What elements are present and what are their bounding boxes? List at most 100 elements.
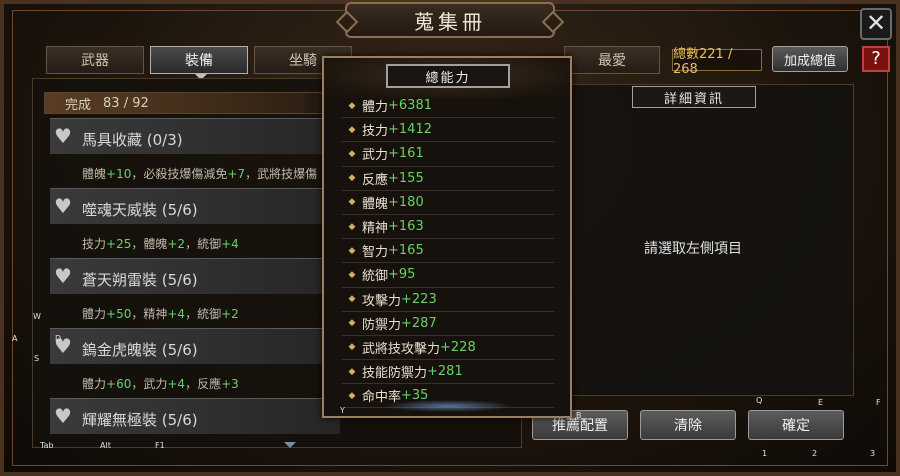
- set-bonus-stat: ，精神: [131, 307, 168, 321]
- tab-weapon[interactable]: 武器: [46, 46, 144, 74]
- heart-icon[interactable]: ♥: [54, 406, 74, 426]
- stat-name: 攻擊力: [362, 293, 402, 309]
- stat-row: ◆ 精神 +163: [342, 215, 554, 240]
- stat-name: 技力: [362, 124, 389, 140]
- set-bonus-value: +60: [106, 377, 132, 391]
- set-name: 輝耀無極裝 (5/6): [82, 411, 198, 429]
- stat-value: +163: [388, 219, 424, 235]
- stat-row: ◆ 體力 +6381: [342, 94, 554, 119]
- tab-equipment[interactable]: 裝備: [150, 46, 248, 80]
- stat-list: ◆ 體力 +6381 ◆ 技力 +1412 ◆ 武力 +161 ◆ 反應 +155 ◆ 體魄 +180 ◆ 精神…: [342, 94, 554, 409]
- set-bonus-value: +10: [106, 167, 132, 181]
- hotkey-label: W: [33, 312, 41, 321]
- stat-name: 反應: [362, 172, 389, 188]
- set-header: ♥ 鎢金虎魄裝 (5/6): [50, 328, 340, 364]
- stat-name: 體魄: [362, 196, 389, 212]
- set-bonus-value: +7: [227, 167, 246, 181]
- set-bonus-stat: ，統御: [185, 237, 222, 251]
- stat-row: ◆ 智力 +165: [342, 239, 554, 264]
- set-item[interactable]: ♥ 噬魂天威裝 (5/6) 技力+25，體魄+2，統御+4: [50, 188, 340, 258]
- set-bonus-text: 體力+50，精神+4，統御+2: [82, 305, 340, 322]
- confirm-button[interactable]: 確定: [748, 410, 844, 440]
- stat-value: +228: [440, 339, 476, 355]
- popup-scroll-glow: [384, 400, 514, 412]
- set-bonus-stat: 技力: [82, 237, 107, 251]
- stat-row: ◆ 體魄 +180: [342, 191, 554, 215]
- diamond-icon: ◆: [348, 197, 356, 208]
- stat-name: 武將技攻擊力: [362, 341, 441, 357]
- diamond-icon: ◆: [348, 294, 356, 305]
- set-bonus-value: +4: [221, 237, 239, 251]
- set-name: 鎢金虎魄裝 (5/6): [82, 341, 198, 359]
- set-bonus-stat: ，武力: [131, 377, 168, 391]
- set-bonus-stat: 體魄: [82, 167, 107, 181]
- stat-row: ◆ 技能防禦力 +281: [342, 360, 554, 385]
- stat-row: ◆ 武將技攻擊力 +228: [342, 336, 554, 361]
- diamond-icon: ◆: [348, 366, 356, 377]
- stat-value: +161: [388, 146, 424, 162]
- tab-favorite[interactable]: 最愛: [564, 46, 660, 74]
- hotkey-label: 3: [870, 449, 876, 458]
- heart-icon[interactable]: ♥: [54, 266, 74, 286]
- stat-value: +180: [388, 194, 424, 210]
- popup-title: 總能力: [386, 64, 510, 88]
- set-bonus-stat: ，體魄: [131, 237, 168, 251]
- set-bonus-text: 體力+60，武力+4，反應+3: [82, 375, 340, 392]
- close-button[interactable]: ✕: [860, 8, 892, 40]
- stat-row: ◆ 防禦力 +287: [342, 312, 554, 336]
- hotkey-label: A: [12, 334, 18, 343]
- stat-value: +155: [388, 170, 424, 186]
- set-header: ♥ 蒼天朔雷裝 (5/6): [50, 258, 340, 294]
- set-name: 噬魂天威裝 (5/6): [82, 201, 198, 219]
- stat-row: ◆ 統御 +95: [342, 263, 554, 288]
- set-bonus-stat: 體力: [82, 307, 107, 321]
- stat-value: +165: [388, 243, 424, 259]
- heart-icon[interactable]: ♥: [54, 126, 74, 146]
- set-bonus-stat: ，武將技爆傷: [245, 167, 318, 181]
- set-name: 馬具收藏 (0/3): [82, 131, 183, 149]
- set-header: ♥ 噬魂天威裝 (5/6): [50, 188, 340, 224]
- hotkey-label: F: [876, 398, 881, 407]
- hotkey-label: E: [818, 398, 824, 407]
- set-item[interactable]: ♥ 鎢金虎魄裝 (5/6) 體力+60，武力+4，反應+3: [50, 328, 340, 398]
- window-title: 蒐集冊: [345, 2, 555, 38]
- set-bonus-value: +3: [221, 377, 239, 391]
- set-bonus-value: +2: [167, 237, 186, 251]
- diamond-icon: ◆: [348, 124, 356, 135]
- stat-name: 技能防禦力: [362, 366, 428, 382]
- detail-title: 詳細資訊: [632, 86, 756, 108]
- stat-row: ◆ 反應 +155: [342, 167, 554, 191]
- hotkey-label: Y: [340, 406, 345, 415]
- stat-value: +281: [427, 364, 463, 380]
- set-header: ♥ 輝耀無極裝 (5/6): [50, 398, 340, 434]
- set-bonus-value: +2: [221, 307, 239, 321]
- diamond-icon: ◆: [348, 245, 356, 256]
- set-bonus-stat: ，統御: [185, 307, 222, 321]
- clear-button[interactable]: 清除: [640, 410, 736, 440]
- help-button[interactable]: ?: [862, 46, 890, 72]
- heart-icon[interactable]: ♥: [54, 196, 74, 216]
- scroll-down-icon[interactable]: [284, 442, 296, 448]
- set-bonus-stat: 體力: [82, 377, 107, 391]
- stat-name: 防禦力: [362, 317, 402, 333]
- hotkey-label: S: [34, 354, 40, 363]
- hotkey-label: Alt: [100, 441, 111, 450]
- set-item[interactable]: ♥ 馬具收藏 (0/3) 體魄+10，必殺技爆傷減免+7，武將技爆傷: [50, 118, 340, 188]
- stat-row: ◆ 技力 +1412: [342, 118, 554, 143]
- set-bonus-stat: ，必殺技爆傷減免: [131, 167, 228, 181]
- hotkey-label: 1: [762, 449, 768, 458]
- set-list: ♥ 馬具收藏 (0/3) 體魄+10，必殺技爆傷減免+7，武將技爆傷 ♥ 噬魂天威裝 (…: [50, 118, 340, 468]
- diamond-icon: ◆: [348, 148, 356, 159]
- set-bonus-value: +4: [167, 377, 186, 391]
- stat-name: 統御: [362, 269, 389, 285]
- bonus-total-button[interactable]: 加成總值: [772, 46, 848, 72]
- diamond-icon: ◆: [348, 100, 356, 111]
- set-bonus-value: +4: [167, 307, 186, 321]
- set-bonus-value: +25: [106, 237, 132, 251]
- set-item[interactable]: ♥ 輝耀無極裝 (5/6): [50, 398, 340, 468]
- set-item[interactable]: ♥ 蒼天朔雷裝 (5/6) 體力+50，精神+4，統御+2: [50, 258, 340, 328]
- set-bonus-value: +50: [106, 307, 132, 321]
- diamond-icon: ◆: [348, 390, 356, 401]
- stat-value: +1412: [388, 122, 432, 138]
- diamond-icon: ◆: [348, 221, 356, 232]
